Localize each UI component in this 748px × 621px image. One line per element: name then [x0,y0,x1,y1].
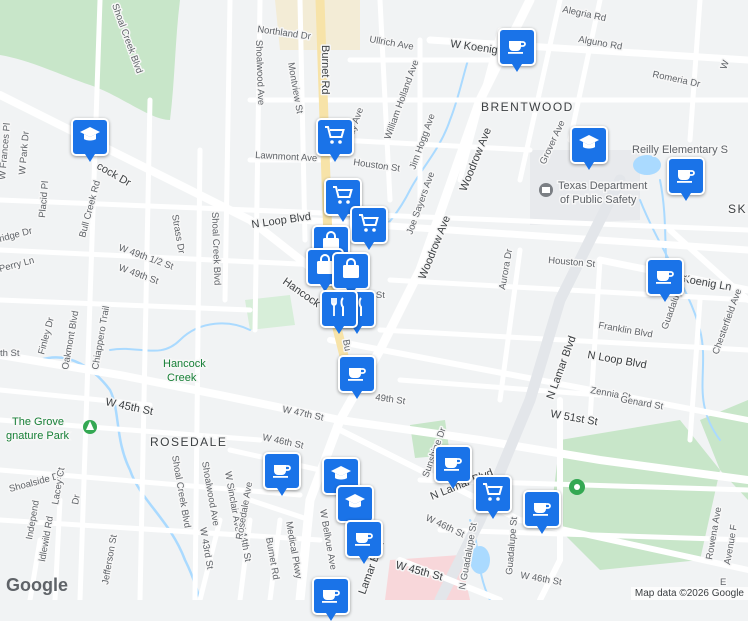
svg-text:Burnet Rd: Burnet Rd [319,45,331,95]
park-pin-icon-right [569,479,585,495]
marker-grocery-4[interactable] [474,475,512,519]
place-grove-1: The Grove [12,416,64,428]
shopping-cart-icon [481,480,505,509]
marker-shopping-3[interactable] [332,252,370,296]
place-hancock-creek-2: Creek [167,372,197,384]
park-hancock [245,295,295,330]
shopping-cart-icon [323,123,347,152]
neighborhood-sk: SK [728,202,747,216]
government-building-icon [539,183,553,197]
marker-coffee-4[interactable] [338,355,376,399]
pond [633,155,661,175]
place-hancock-creek-1: Hancock [163,358,206,370]
neighborhood-rosedale: ROSEDALE [150,435,227,449]
place-dps-1: Texas Department [558,180,647,192]
place-grove-2: gnature Park [6,430,69,442]
marker-coffee-8[interactable] [345,520,383,564]
coffee-icon [441,450,465,479]
map-attribution[interactable]: Map data ©2026 Google [630,587,748,600]
marker-restaurant-2[interactable] [320,290,358,334]
marker-grocery-1[interactable] [316,118,354,162]
place-dps-2: of Public Safety [560,194,637,206]
google-logo[interactable]: Google [6,575,68,596]
marker-coffee-5[interactable] [263,452,301,496]
school-icon [343,490,367,519]
marker-school-2[interactable] [570,126,608,170]
shopping-cart-icon [357,211,381,240]
marker-grocery-3[interactable] [350,206,388,250]
marker-school-4[interactable] [336,485,374,529]
svg-text:th St: th St [0,348,20,359]
coffee-icon [352,525,376,554]
shopping-bag-icon [339,257,363,286]
coffee-icon [530,495,554,524]
svg-text:Bu: Bu [340,339,353,352]
coffee-icon [674,162,698,191]
marker-coffee-6[interactable] [434,445,472,489]
park-pin-icon [83,420,97,434]
marker-coffee-2[interactable] [667,157,705,201]
school-icon [78,123,102,152]
coffee-icon [319,582,343,611]
coffee-icon [345,360,369,389]
coffee-icon [653,263,677,292]
coffee-icon [270,457,294,486]
neighborhood-brentwood: BRENTWOOD [481,100,574,114]
school-icon [577,131,601,160]
marker-coffee-9[interactable] [312,577,350,621]
svg-text:Dr: Dr [70,494,83,506]
marker-coffee-1[interactable] [498,28,536,72]
marker-school-1[interactable] [71,118,109,162]
coffee-icon [505,33,529,62]
marker-coffee-7[interactable] [523,490,561,534]
marker-coffee-3[interactable] [646,258,684,302]
svg-text:Shoalwood Ave: Shoalwood Ave [253,40,266,106]
place-reilly: Reilly Elementary S [632,144,728,156]
restaurant-icon [327,295,351,324]
